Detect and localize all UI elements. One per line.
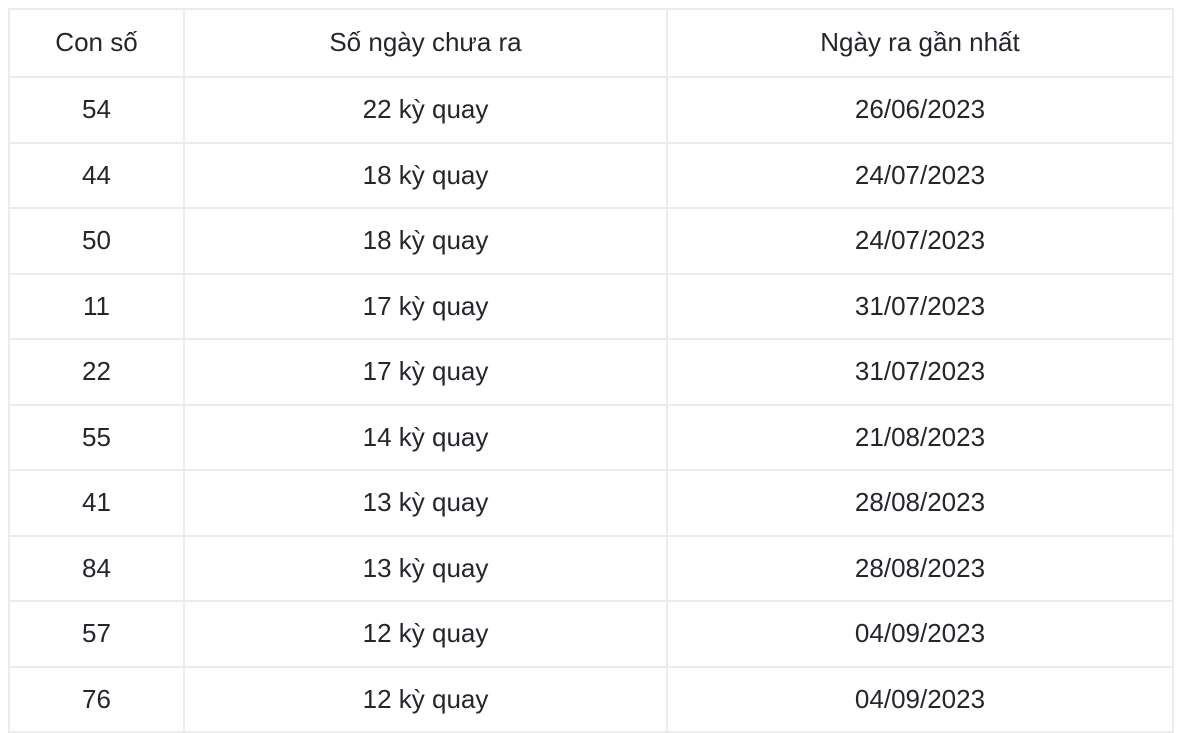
cell-number: 11: [9, 273, 185, 340]
table-header-row: Con số Số ngày chưa ra Ngày ra gần nhất: [9, 9, 1173, 78]
lottery-overdue-numbers-table: Con số Số ngày chưa ra Ngày ra gần nhất …: [8, 8, 1174, 733]
column-header-number: Con số: [9, 9, 185, 78]
cell-days-missing: 22 kỳ quay: [184, 77, 668, 144]
cell-number: 76: [9, 666, 185, 732]
cell-days-missing: 14 kỳ quay: [184, 404, 668, 471]
table-row: 50 18 kỳ quay 24/07/2023: [9, 208, 1173, 275]
table-body: 54 22 kỳ quay 26/06/2023 44 18 kỳ quay 24/07/…: [9, 77, 1173, 732]
table-row: 22 17 kỳ quay 31/07/2023: [9, 339, 1173, 406]
cell-days-missing: 13 kỳ quay: [184, 535, 668, 602]
cell-number: 41: [9, 470, 185, 537]
cell-number: 44: [9, 142, 185, 209]
cell-last-date: 31/07/2023: [667, 339, 1173, 406]
cell-days-missing: 17 kỳ quay: [184, 273, 668, 340]
table-container: Con số Số ngày chưa ra Ngày ra gần nhất …: [0, 0, 1184, 733]
table-row: 76 12 kỳ quay 04/09/2023: [9, 666, 1173, 732]
cell-days-missing: 17 kỳ quay: [184, 339, 668, 406]
cell-last-date: 24/07/2023: [667, 208, 1173, 275]
cell-days-missing: 12 kỳ quay: [184, 601, 668, 668]
cell-number: 22: [9, 339, 185, 406]
cell-last-date: 04/09/2023: [667, 601, 1173, 668]
table-row: 57 12 kỳ quay 04/09/2023: [9, 601, 1173, 668]
cell-last-date: 24/07/2023: [667, 142, 1173, 209]
cell-number: 57: [9, 601, 185, 668]
cell-last-date: 26/06/2023: [667, 77, 1173, 144]
cell-number: 50: [9, 208, 185, 275]
table-row: 11 17 kỳ quay 31/07/2023: [9, 273, 1173, 340]
table-row: 41 13 kỳ quay 28/08/2023: [9, 470, 1173, 537]
column-header-days-missing: Số ngày chưa ra: [184, 9, 668, 78]
cell-number: 54: [9, 77, 185, 144]
cell-days-missing: 12 kỳ quay: [184, 666, 668, 732]
cell-number: 55: [9, 404, 185, 471]
table-row: 44 18 kỳ quay 24/07/2023: [9, 142, 1173, 209]
cell-last-date: 04/09/2023: [854, 683, 986, 714]
cell-last-date: 28/08/2023: [667, 535, 1173, 602]
cell-days-missing: 13 kỳ quay: [184, 470, 668, 537]
cell-days-missing: 18 kỳ quay: [184, 208, 668, 275]
table-row: 54 22 kỳ quay 26/06/2023: [9, 77, 1173, 144]
column-header-last-date: Ngày ra gần nhất: [667, 9, 1173, 78]
cell-last-date: 28/08/2023: [667, 470, 1173, 537]
cell-last-date: 31/07/2023: [667, 273, 1173, 340]
table-header: Con số Số ngày chưa ra Ngày ra gần nhất: [9, 9, 1173, 78]
cell-last-date: 21/08/2023: [667, 404, 1173, 471]
cell-number: 84: [9, 535, 185, 602]
cell-days-missing: 18 kỳ quay: [184, 142, 668, 209]
table-row: 84 13 kỳ quay 28/08/2023: [9, 535, 1173, 602]
table-row: 55 14 kỳ quay 21/08/2023: [9, 404, 1173, 471]
